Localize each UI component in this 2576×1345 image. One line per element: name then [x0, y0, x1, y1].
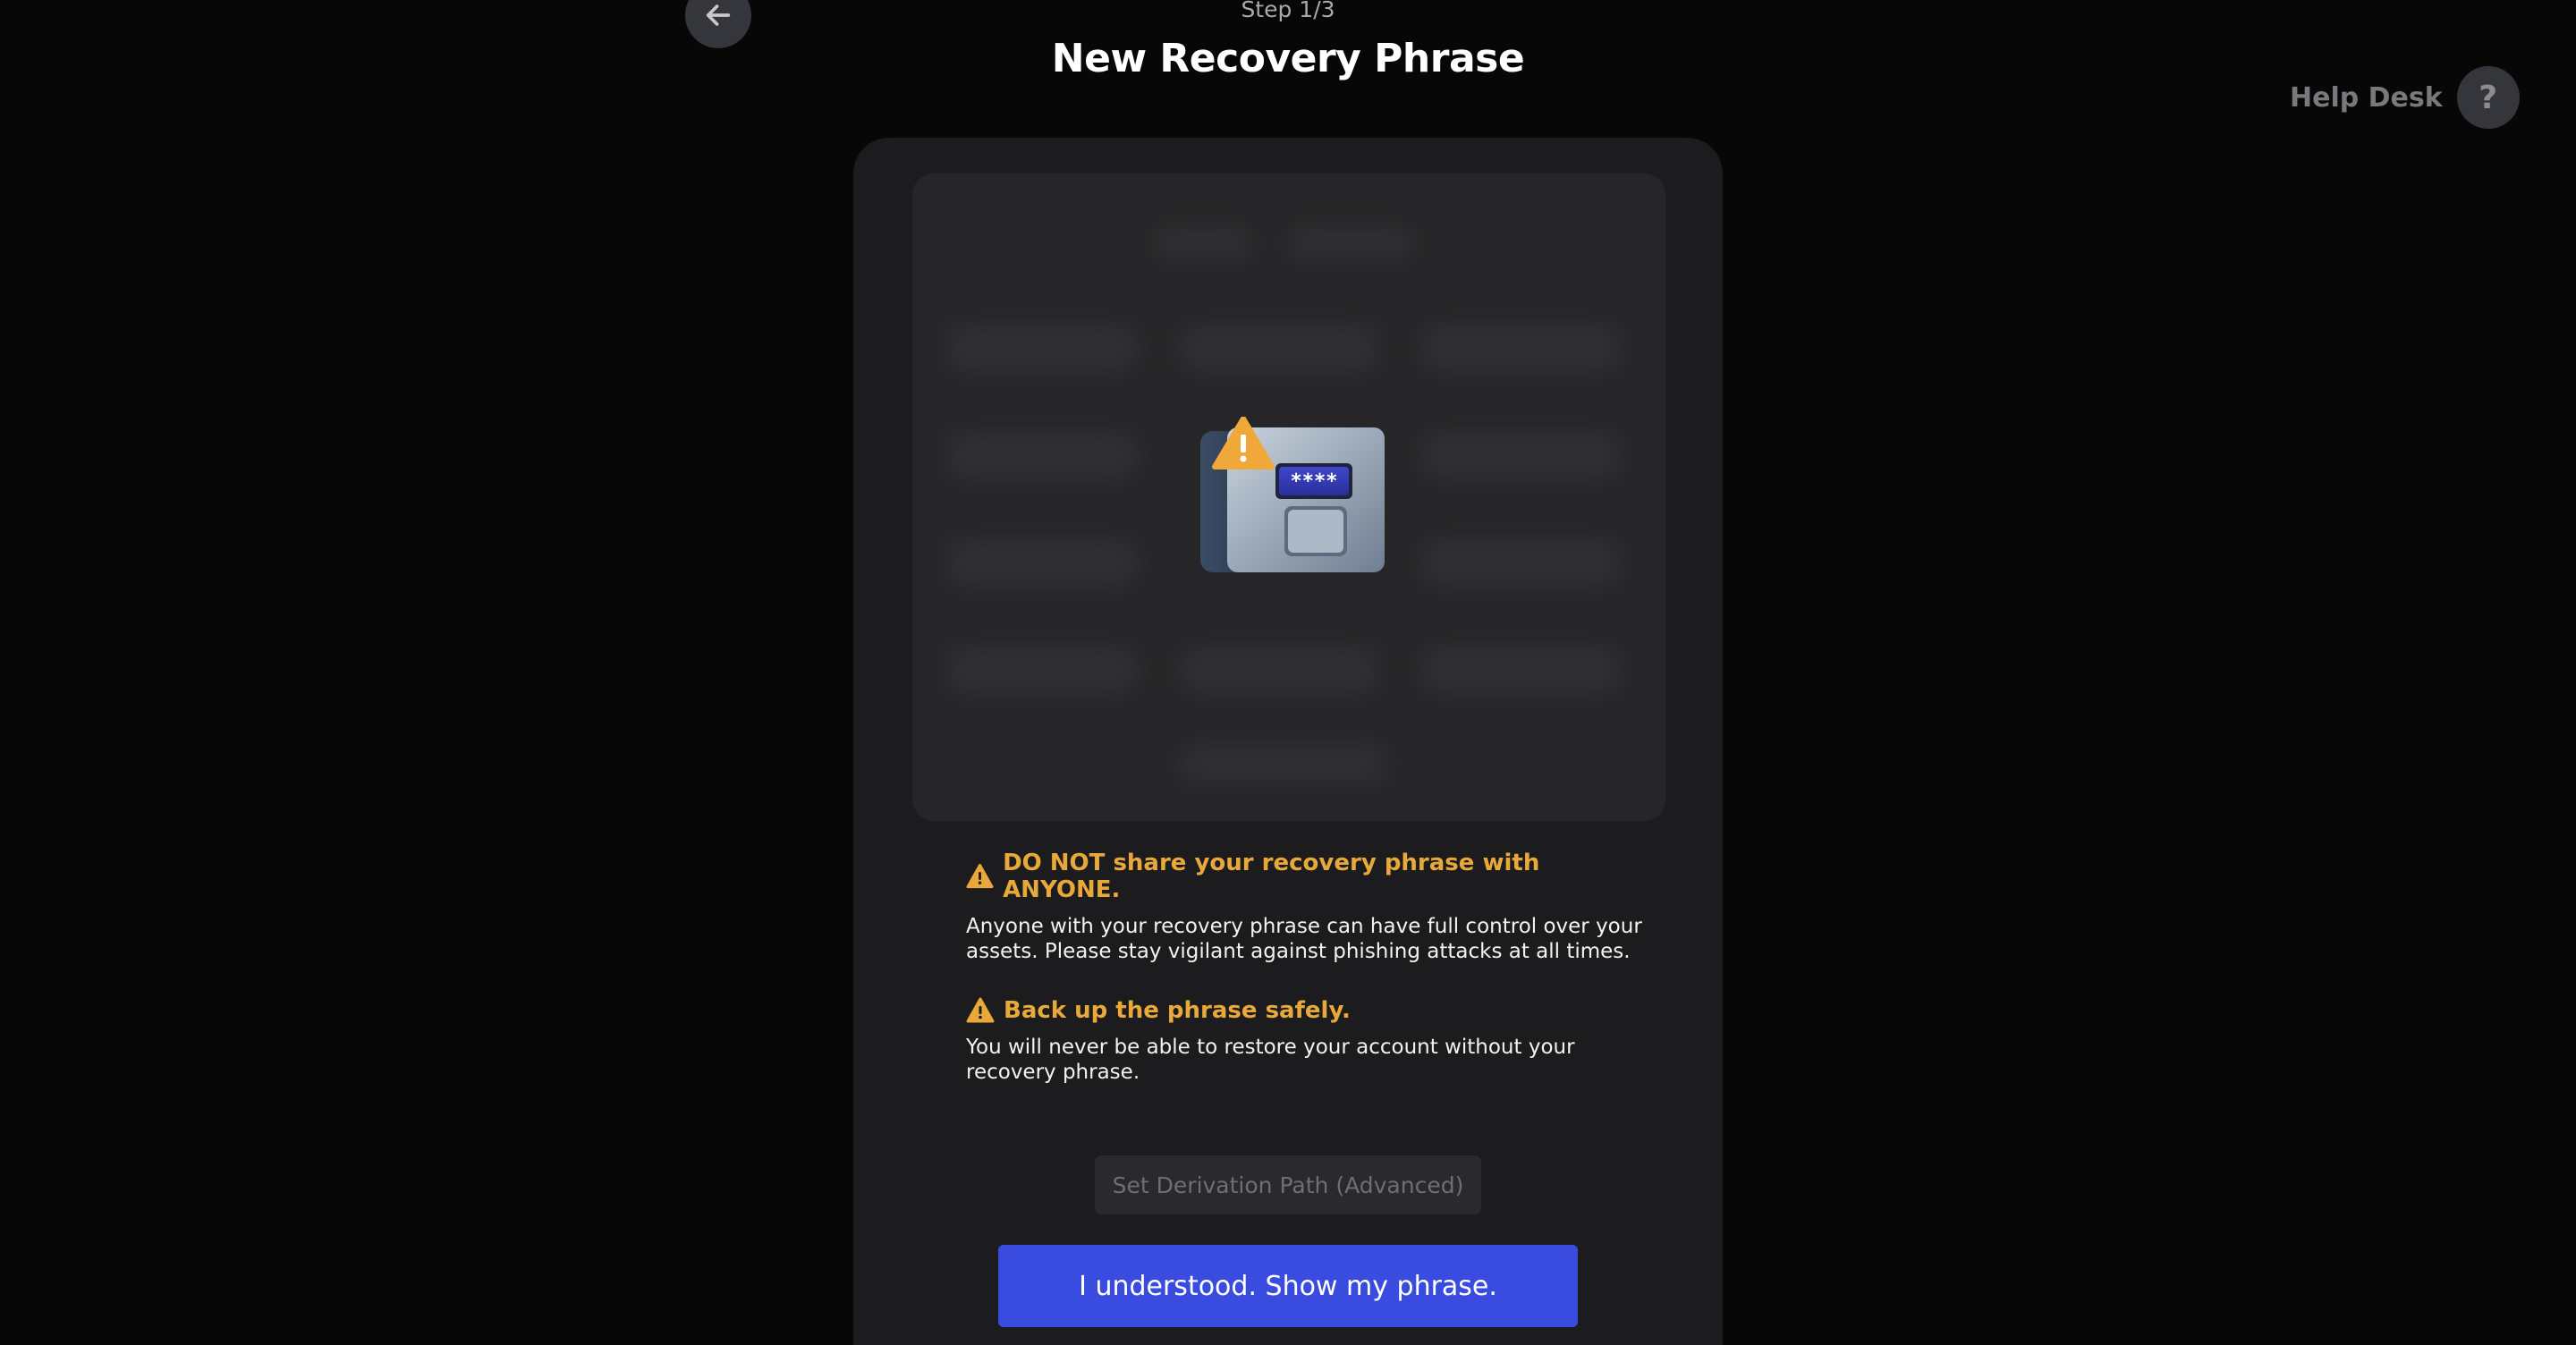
- set-derivation-path-button[interactable]: Set Derivation Path (Advanced): [1095, 1155, 1481, 1214]
- help-desk-link[interactable]: Help Desk ?: [2290, 66, 2520, 129]
- svg-text:****: ****: [1291, 470, 1338, 493]
- hidden-phrase-preview: ****: [912, 173, 1665, 821]
- warning-title: Back up the phrase safely.: [1004, 997, 1351, 1024]
- recovery-phrase-page: Step 1/3 New Recovery Phrase Help Desk ?: [0, 0, 2576, 1345]
- warning-no-share: DO NOT share your recovery phrase with A…: [966, 850, 1646, 964]
- warning-body: Anyone with your recovery phrase can hav…: [966, 915, 1642, 963]
- warning-triangle-icon: [966, 997, 995, 1023]
- recovery-phrase-card: **** DO NOT share your recovery phrase w…: [853, 138, 1723, 1345]
- warning-triangle-icon: [966, 863, 994, 889]
- help-desk-label: Help Desk: [2290, 81, 2443, 114]
- show-phrase-button[interactable]: I understood. Show my phrase.: [998, 1245, 1578, 1327]
- warning-backup: Back up the phrase safely. You will neve…: [966, 997, 1646, 1085]
- step-indicator: Step 1/3: [1241, 0, 1335, 22]
- question-mark-icon: ?: [2456, 66, 2520, 129]
- safe-with-password-icon: ****: [1200, 417, 1385, 572]
- page-title: New Recovery Phrase: [1051, 36, 1525, 81]
- warning-body: You will never be able to restore your a…: [966, 1036, 1575, 1084]
- warning-title: DO NOT share your recovery phrase with A…: [1003, 850, 1540, 903]
